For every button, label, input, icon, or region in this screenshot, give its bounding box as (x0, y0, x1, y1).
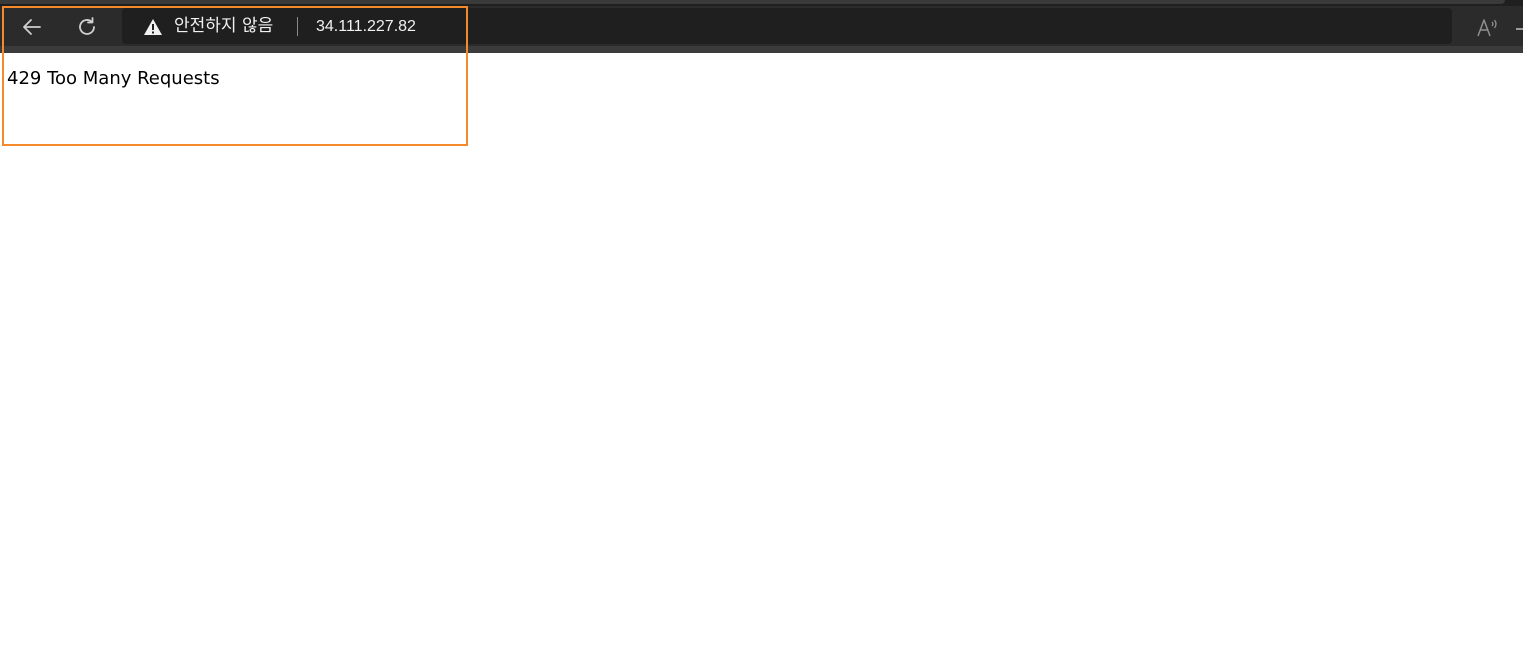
address-bar[interactable]: 안전하지 않음 34.111.227.82 (122, 8, 1452, 44)
back-button[interactable] (17, 12, 47, 42)
toolbar-bottom-edge (0, 46, 1523, 53)
url-text[interactable]: 34.111.227.82 (316, 17, 416, 37)
browser-toolbar: 안전하지 않음 34.111.227.82 (0, 6, 1523, 46)
page-content: 429 Too Many Requests (0, 53, 1523, 665)
error-message: 429 Too Many Requests (7, 68, 220, 89)
address-separator (297, 17, 298, 36)
security-status-label[interactable]: 안전하지 않음 (174, 16, 273, 36)
read-aloud-icon (1477, 19, 1497, 37)
toolbar-overflow-edge (1516, 28, 1523, 30)
tab-strip-edge (0, 0, 1505, 4)
refresh-button[interactable] (72, 12, 102, 42)
refresh-icon (79, 17, 95, 35)
back-arrow-icon (23, 19, 41, 35)
read-aloud-button[interactable] (1476, 16, 1500, 38)
warning-triangle-icon[interactable] (143, 18, 163, 36)
